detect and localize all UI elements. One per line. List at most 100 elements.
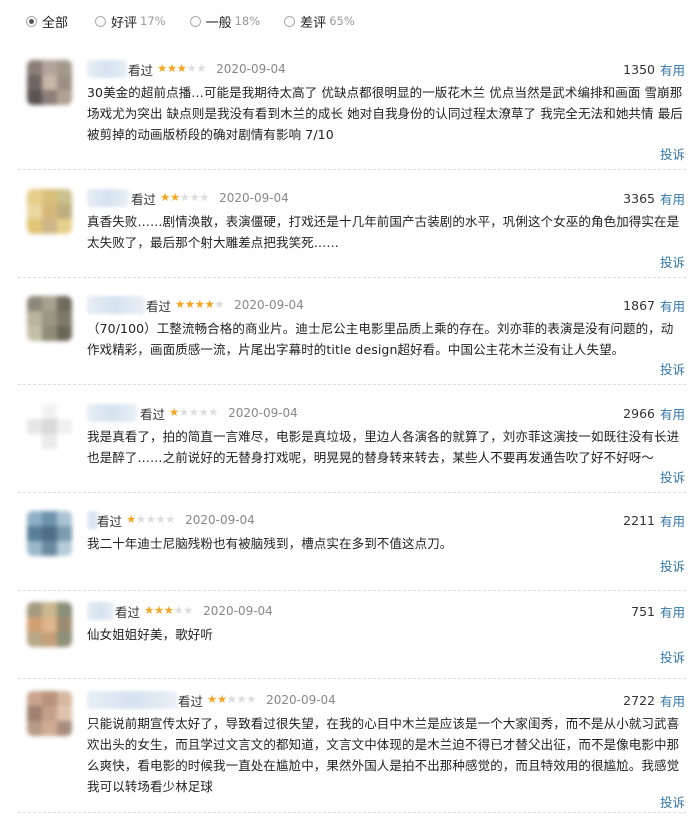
filter-label: 全部: [42, 15, 69, 31]
report-button[interactable]: 投诉: [660, 467, 685, 486]
rating-stars: ★ ★ ★ ★ ★: [207, 692, 257, 707]
watch-status: 看过: [140, 406, 166, 422]
username-blurred[interactable]: [87, 404, 137, 422]
avatar[interactable]: [27, 189, 72, 234]
divider: [18, 492, 686, 493]
star-icon: ★: [199, 190, 210, 205]
avatar[interactable]: [27, 602, 72, 647]
avatar[interactable]: [27, 404, 72, 449]
star-icon: ★: [175, 297, 185, 312]
report-button[interactable]: 投诉: [660, 792, 685, 811]
username-blurred[interactable]: [87, 189, 129, 207]
star-icon: ★: [226, 692, 237, 707]
vote-area: 2966 有用: [623, 404, 685, 422]
review-meta: 看过 ★ ★ ★ ★ ★ 2020-09-04: [178, 691, 336, 709]
star-icon: ★: [166, 61, 177, 76]
star-icon: ★: [246, 692, 257, 707]
avatar[interactable]: [27, 511, 72, 556]
report-button[interactable]: 投诉: [660, 252, 685, 271]
review-meta: 看过 ★ ★ ★ ★ ★ 2020-09-04: [131, 189, 289, 207]
rating-stars: ★ ★ ★ ★ ★: [144, 603, 194, 618]
username-blurred[interactable]: [87, 691, 177, 709]
report-button[interactable]: 投诉: [660, 359, 685, 378]
vote-count: 1350: [623, 61, 655, 77]
review-item: 看过 ★ ★ ★ ★ ★ 2020-09-04 2966 有用 我是真看了，拍的简直一言难尽，电影…: [0, 396, 700, 493]
radio-icon[interactable]: [26, 15, 37, 27]
radio-icon[interactable]: [284, 15, 296, 27]
useful-button[interactable]: 有用: [660, 60, 685, 79]
watch-status: 看过: [146, 298, 172, 314]
review-meta: 看过 ★ ★ ★ ★ ★ 2020-09-04: [128, 60, 286, 78]
star-icon: ★: [169, 190, 180, 205]
rating-stars: ★ ★ ★ ★ ★: [157, 61, 207, 76]
avatar[interactable]: [27, 296, 72, 341]
review-meta: 看过 ★ ★ ★ ★ ★ 2020-09-04: [97, 511, 255, 529]
review-date: 2020-09-04: [234, 298, 304, 312]
vote-area: 751 有用: [631, 602, 685, 620]
useful-button[interactable]: 有用: [660, 296, 685, 315]
watch-status: 看过: [128, 62, 154, 78]
radio-icon[interactable]: [95, 15, 107, 27]
divider: [18, 169, 686, 170]
username-blurred[interactable]: [87, 296, 145, 314]
filter-label: 差评: [300, 15, 327, 31]
review-date: 2020-09-04: [216, 62, 286, 76]
vote-area: 2211 有用: [623, 511, 685, 529]
review-item: 看过 ★ ★ ★ ★ ★ 2020-09-04 2722 有用 只能说前期宣传太好了，导致看过很失…: [0, 683, 700, 813]
filter-positive[interactable]: 好评 17%: [95, 12, 166, 31]
useful-button[interactable]: 有用: [660, 189, 685, 208]
filter-label: 一般: [205, 15, 232, 31]
divider: [18, 812, 686, 813]
star-icon: ★: [157, 61, 167, 76]
rating-stars: ★ ★ ★ ★ ★: [160, 190, 210, 205]
rating-stars: ★ ★ ★ ★ ★: [169, 405, 219, 420]
avatar[interactable]: [27, 691, 72, 736]
watch-status: 看过: [178, 693, 204, 709]
star-icon: ★: [126, 512, 136, 527]
review-item: 看过 ★ ★ ★ ★ ★ 2020-09-04 1867 有用 （70/100）工整流畅合格的商业…: [0, 288, 700, 385]
divider: [18, 678, 686, 679]
report-button[interactable]: 投诉: [660, 556, 685, 575]
radio-icon[interactable]: [189, 15, 201, 27]
useful-button[interactable]: 有用: [660, 404, 685, 423]
filter-all[interactable]: 全部: [26, 12, 71, 31]
divider: [18, 384, 686, 385]
vote-count: 3365: [623, 190, 655, 206]
review-date: 2020-09-04: [203, 604, 273, 618]
star-icon: ★: [194, 297, 205, 312]
avatar[interactable]: [27, 60, 72, 105]
star-icon: ★: [188, 405, 199, 420]
report-button[interactable]: 投诉: [660, 647, 685, 666]
username-blurred[interactable]: [87, 602, 114, 620]
filter-negative[interactable]: 差评 65%: [284, 12, 355, 31]
star-icon: ★: [236, 692, 247, 707]
vote-count: 1867: [623, 297, 655, 313]
filter-label: 好评: [111, 15, 138, 31]
useful-button[interactable]: 有用: [660, 511, 685, 530]
vote-count: 2722: [623, 692, 655, 708]
watch-status: 看过: [115, 604, 141, 620]
vote-count: 751: [631, 603, 655, 619]
review-meta: 看过 ★ ★ ★ ★ ★ 2020-09-04: [146, 296, 304, 314]
review-meta: 看过 ★ ★ ★ ★ ★ 2020-09-04: [115, 602, 273, 620]
useful-button[interactable]: 有用: [660, 691, 685, 710]
watch-status: 看过: [97, 513, 123, 529]
review-content: 只能说前期宣传太好了，导致看过很失望，在我的心目中木兰是应该是一个大家闺秀，而不…: [87, 716, 680, 794]
review-content: （70/100）工整流畅合格的商业片。迪士尼公主电影里品质上乘的存在。刘亦菲的表…: [87, 321, 674, 357]
star-icon: ★: [183, 603, 194, 618]
star-icon: ★: [189, 190, 200, 205]
divider: [18, 590, 686, 591]
star-icon: ★: [155, 512, 166, 527]
review-date: 2020-09-04: [219, 191, 289, 205]
star-icon: ★: [169, 405, 179, 420]
report-button[interactable]: 投诉: [660, 144, 685, 163]
filter-neutral[interactable]: 一般 18%: [189, 12, 260, 31]
username-blurred[interactable]: [87, 60, 127, 78]
star-icon: ★: [178, 405, 189, 420]
star-icon: ★: [184, 297, 195, 312]
vote-area: 1350 有用: [623, 60, 685, 78]
star-icon: ★: [153, 603, 164, 618]
star-icon: ★: [216, 692, 227, 707]
filter-percent: 65%: [329, 14, 355, 28]
useful-button[interactable]: 有用: [660, 602, 685, 621]
